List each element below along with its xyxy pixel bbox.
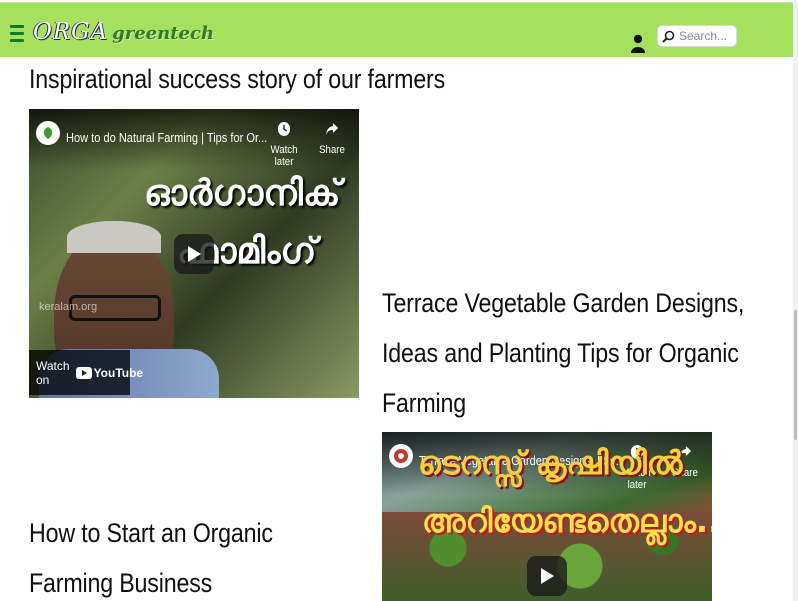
menu-icon[interactable] <box>10 25 24 43</box>
site-logo[interactable]: ORGA greentech <box>33 19 214 49</box>
play-icon <box>541 568 554 584</box>
watch-later-button[interactable]: Watch later <box>264 121 304 168</box>
thumbnail-caption-line2: അറിയേണ്ടതെല്ലാം.. <box>422 502 712 540</box>
leaf-icon <box>43 127 53 139</box>
logo-greentech-text: greentech <box>112 23 215 44</box>
clock-icon <box>277 122 291 136</box>
user-icon[interactable] <box>631 34 645 53</box>
thumbnail-hair-top <box>67 221 161 253</box>
video-embed-terrace-garden[interactable]: Terrace Vegetable Garden Designs, Ide...… <box>382 432 712 601</box>
video-title[interactable]: How to do Natural Farming | Tips for Or.… <box>66 130 267 145</box>
section-heading-success-story: Inspirational success story of our farme… <box>29 64 446 94</box>
channel-logo[interactable] <box>389 444 413 468</box>
play-button[interactable] <box>174 234 214 274</box>
play-button[interactable] <box>527 556 567 596</box>
thumbnail-caption-line1: ഓർഗാനിക് <box>144 173 341 214</box>
video-embed-natural-farming[interactable]: How to do Natural Farming | Tips for Or.… <box>29 109 359 398</box>
page: ORGA greentech Inspirational success sto… <box>0 0 798 601</box>
search-icon <box>662 30 675 43</box>
youtube-brand: YouTube <box>75 365 144 380</box>
watch-later-label: Watch later <box>270 144 298 168</box>
share-label: Share <box>319 144 345 156</box>
site-header: ORGA greentech <box>0 2 793 57</box>
watch-on-label: Watch on <box>36 358 70 387</box>
search-input[interactable] <box>679 29 737 43</box>
youtube-icon <box>75 366 92 379</box>
share-button[interactable]: Share <box>312 121 352 156</box>
play-icon <box>188 246 201 262</box>
channel-logo[interactable] <box>36 121 60 145</box>
logo-orga-text: ORGA <box>33 19 109 45</box>
video-watermark: keralam.org <box>39 301 98 313</box>
watch-on-youtube-button[interactable]: Watch on YouTube <box>29 350 143 395</box>
search-box[interactable] <box>657 25 737 47</box>
youtube-label: YouTube <box>93 365 144 380</box>
share-icon <box>325 123 339 135</box>
scrollbar-thumb[interactable] <box>794 310 797 440</box>
section-heading-terrace-garden: Terrace Vegetable Garden Designs, Ideas … <box>382 288 745 418</box>
thumbnail-caption-line1: ടെറസ്സ് കൃഷിയിൽ <box>418 444 683 482</box>
channel-circle-icon <box>394 449 408 463</box>
page-scrollbar[interactable] <box>793 0 798 601</box>
section-heading-organic-business: How to Start an Organic Farming Business <box>29 518 273 598</box>
